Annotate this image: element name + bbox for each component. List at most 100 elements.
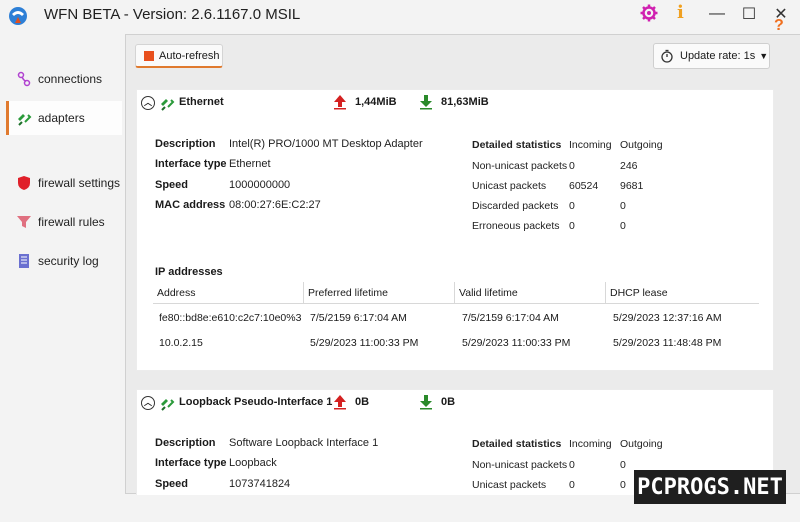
connections-icon: [17, 71, 31, 87]
watermark: PCPROGS.NET: [634, 470, 786, 504]
description-value: Software Loopback Interface 1: [229, 437, 379, 449]
mac-value: 08:00:27:6E:C2:27: [229, 199, 321, 211]
sidebar-item-firewall-rules[interactable]: firewall rules: [6, 205, 122, 239]
column-header-dhcp-lease[interactable]: DHCP lease: [610, 287, 668, 299]
stats-incoming-header: Incoming: [569, 139, 612, 151]
column-divider[interactable]: [605, 282, 606, 304]
update-rate-dropdown[interactable]: Update rate: 1s ▼: [653, 43, 770, 69]
stat-label: Discarded packets: [472, 200, 559, 212]
speed-label: Speed: [155, 478, 189, 490]
info-icon[interactable]: i: [677, 2, 684, 23]
upload-rate: 1,44MiB: [355, 96, 397, 108]
adapters-list[interactable]: ︿ Ethernet 1,44MiB 81,63MiB Description: [126, 75, 800, 495]
sidebar-item-label: firewall settings: [38, 176, 121, 190]
adapter-name: Loopback Pseudo-Interface 1: [179, 396, 333, 408]
cell-valid-lifetime: 7/5/2159 6:17:04 AM: [462, 312, 559, 324]
adapter-card-ethernet: ︿ Ethernet 1,44MiB 81,63MiB Description: [136, 89, 774, 371]
speed-value: 1000000000: [229, 179, 291, 191]
column-header-address[interactable]: Address: [157, 287, 196, 299]
cell-dhcp-lease: 5/29/2023 11:48:48 PM: [613, 337, 722, 349]
sidebar-item-connections[interactable]: connections: [6, 62, 122, 96]
cell-dhcp-lease: 5/29/2023 12:37:16 AM: [613, 312, 722, 324]
stat-incoming: 0: [569, 160, 575, 172]
description-value: Intel(R) PRO/1000 MT Desktop Adapter: [229, 138, 423, 150]
funnel-icon: [17, 216, 31, 228]
collapse-icon[interactable]: ︿: [141, 396, 155, 410]
column-divider[interactable]: [303, 282, 304, 304]
sidebar-item-firewall-settings[interactable]: firewall settings: [6, 166, 122, 200]
checkbox-checked-icon: [144, 50, 154, 61]
auto-refresh-toggle[interactable]: Auto-refresh: [135, 44, 223, 68]
stat-label: Unicast packets: [472, 479, 547, 491]
stat-outgoing: 0: [620, 479, 626, 491]
collapse-icon[interactable]: ︿: [141, 96, 155, 110]
stats-outgoing-header: Outgoing: [620, 139, 663, 151]
stat-incoming: 0: [569, 459, 575, 471]
stat-outgoing: 0: [620, 200, 626, 212]
download-arrow-icon: [420, 95, 432, 110]
ip-addresses-table: Address Preferred lifetime Valid lifetim…: [153, 282, 759, 362]
description-label: Description: [155, 138, 216, 150]
download-rate: 81,63MiB: [441, 96, 489, 108]
minimize-button[interactable]: —: [700, 0, 734, 28]
title-bar: WFN BETA - Version: 2.6.1167.0 MSIL i — …: [0, 0, 800, 32]
stat-incoming: 0: [569, 479, 575, 491]
interface-type-value: Ethernet: [229, 158, 271, 170]
column-header-valid-lifetime[interactable]: Valid lifetime: [459, 287, 518, 299]
download-arrow-icon: [420, 395, 432, 410]
stat-outgoing: 9681: [620, 180, 644, 192]
sidebar-item-security-log[interactable]: security log: [6, 244, 122, 278]
column-divider[interactable]: [454, 282, 455, 304]
app-logo-icon: [9, 7, 27, 25]
speed-value: 1073741824: [229, 478, 291, 490]
upload-arrow-icon: [334, 95, 346, 110]
stats-title: Detailed statistics: [472, 438, 562, 450]
adapter-name: Ethernet: [179, 96, 224, 108]
cell-address: fe80::bd8e:e610:c2c7:10e0%3: [159, 312, 302, 324]
stat-label: Non-unicast packets: [472, 160, 568, 172]
window-title: WFN BETA - Version: 2.6.1167.0 MSIL: [44, 6, 301, 23]
mac-label: MAC address: [155, 199, 226, 211]
auto-refresh-label: Auto-refresh: [159, 49, 220, 62]
help-icon[interactable]: ?: [774, 17, 784, 35]
interface-type-label: Interface type: [155, 457, 227, 469]
stats-incoming-header: Incoming: [569, 438, 612, 450]
stat-incoming: 0: [569, 200, 575, 212]
adapters-icon: [18, 114, 32, 126]
cell-address: 10.0.2.15: [159, 337, 203, 349]
upload-arrow-icon: [334, 395, 346, 410]
speed-label: Speed: [155, 179, 189, 191]
stat-incoming: 60524: [569, 180, 599, 192]
interface-type-value: Loopback: [229, 457, 277, 469]
stat-label: Non-unicast packets: [472, 459, 568, 471]
sidebar-item-adapters[interactable]: adapters: [6, 101, 122, 135]
stats-outgoing-header: Outgoing: [620, 438, 663, 450]
cell-preferred-lifetime: 7/5/2159 6:17:04 AM: [310, 312, 407, 324]
sidebar-item-label: security log: [38, 254, 99, 268]
cell-valid-lifetime: 5/29/2023 11:00:33 PM: [462, 337, 571, 349]
sidebar-item-label: firewall rules: [38, 215, 105, 229]
sidebar: connections adapters firewall settings f…: [0, 32, 124, 522]
stat-label: Unicast packets: [472, 180, 547, 192]
stat-outgoing: 0: [620, 459, 626, 471]
interface-type-label: Interface type: [155, 158, 227, 170]
stats-title: Detailed statistics: [472, 139, 562, 151]
chevron-down-icon: ▼: [759, 51, 769, 61]
toolbar: Auto-refresh Update rate: 1s ▼: [126, 35, 800, 75]
shield-icon: [18, 176, 30, 190]
main-panel: Auto-refresh Update rate: 1s ▼ ︿ Etherne…: [125, 34, 800, 495]
network-adapter-icon: [161, 399, 175, 411]
adapter-header: ︿ Ethernet 1,44MiB 81,63MiB: [137, 90, 775, 116]
maximize-button[interactable]: ☐: [732, 0, 766, 28]
update-rate-label: Update rate: 1s: [680, 50, 756, 62]
download-rate: 0B: [441, 396, 456, 408]
stat-outgoing: 246: [620, 160, 638, 172]
cell-preferred-lifetime: 5/29/2023 11:00:33 PM: [310, 337, 419, 349]
sidebar-item-label: adapters: [38, 111, 85, 125]
settings-gear-icon[interactable]: [640, 4, 658, 22]
sidebar-item-label: connections: [38, 72, 103, 86]
ip-addresses-title: IP addresses: [155, 266, 223, 278]
adapter-header: ︿ Loopback Pseudo-Interface 1 0B 0B: [137, 390, 775, 416]
column-header-preferred-lifetime[interactable]: Preferred lifetime: [308, 287, 388, 299]
stopwatch-icon: [661, 49, 673, 63]
